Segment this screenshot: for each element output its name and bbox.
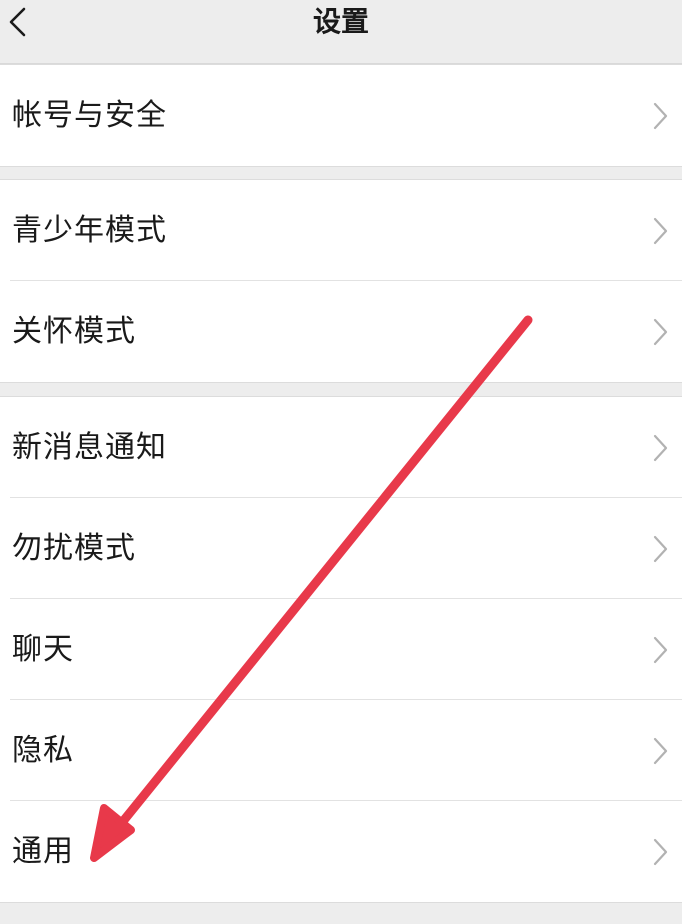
chevron-right-icon	[653, 318, 668, 346]
chevron-right-icon	[653, 636, 668, 664]
settings-item-privacy[interactable]: 隐私	[0, 700, 682, 801]
navigation-bar: 设置	[0, 0, 682, 64]
chevron-right-icon	[653, 434, 668, 462]
settings-item-label: 通用	[12, 834, 74, 869]
chevron-right-icon	[653, 535, 668, 563]
settings-group-general: 新消息通知 勿扰模式 聊天 隐私 通用	[0, 396, 682, 903]
settings-item-chat[interactable]: 聊天	[0, 599, 682, 700]
settings-group-account: 帐号与安全	[0, 64, 682, 167]
settings-item-do-not-disturb[interactable]: 勿扰模式	[0, 498, 682, 599]
settings-screen: 设置 帐号与安全 青少年模式 关怀模式 新消息通知 勿扰模式 聊天 隐私 通用	[0, 0, 682, 924]
settings-item-care-mode[interactable]: 关怀模式	[0, 281, 682, 382]
settings-group-modes: 青少年模式 关怀模式	[0, 179, 682, 383]
settings-item-label: 新消息通知	[12, 430, 167, 465]
chevron-right-icon	[653, 217, 668, 245]
settings-item-label: 帐号与安全	[12, 98, 167, 133]
settings-item-account-security[interactable]: 帐号与安全	[0, 65, 682, 166]
settings-item-notifications[interactable]: 新消息通知	[0, 397, 682, 498]
page-title: 设置	[312, 5, 369, 38]
settings-item-label: 青少年模式	[12, 213, 167, 248]
settings-item-label: 勿扰模式	[12, 531, 136, 566]
chevron-right-icon	[653, 737, 668, 765]
chevron-right-icon	[653, 102, 668, 130]
chevron-right-icon	[653, 838, 668, 866]
settings-item-label: 关怀模式	[12, 314, 136, 349]
settings-item-general[interactable]: 通用	[0, 801, 682, 902]
settings-item-label: 隐私	[12, 733, 74, 768]
settings-item-teen-mode[interactable]: 青少年模式	[0, 180, 682, 281]
settings-item-label: 聊天	[12, 632, 74, 667]
